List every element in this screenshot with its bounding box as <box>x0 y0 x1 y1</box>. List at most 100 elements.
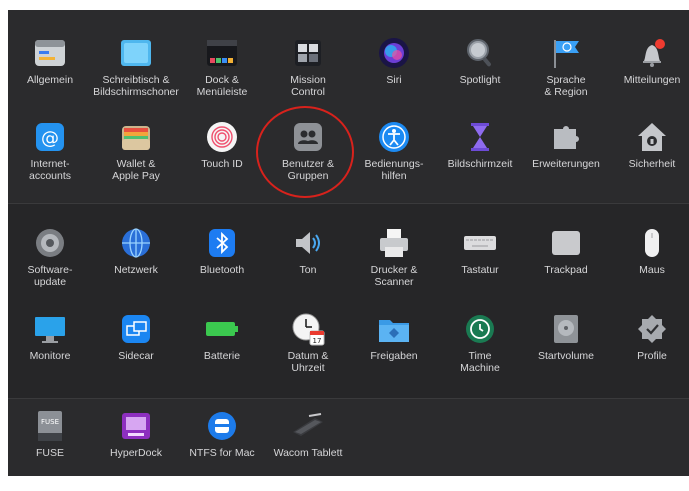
pref-label: Erweiterungen <box>532 158 600 170</box>
sidecar-icon <box>119 312 153 346</box>
pref-label: Dock & Menüleiste <box>196 74 248 98</box>
screen-time-icon <box>463 120 497 154</box>
pref-mitteilungen[interactable]: Mitteilungen <box>610 34 689 118</box>
extensions-icon <box>549 120 583 154</box>
pref-label: Bedienungs- hilfen <box>364 158 424 182</box>
pref-erweiterungen[interactable]: Erweiterungen <box>524 118 608 202</box>
pref-label: Schreibtisch & Bildschirmschoner <box>93 74 179 98</box>
pref-tastatur[interactable]: Tastatur <box>438 224 522 308</box>
pref-startvolume[interactable]: Startvolume <box>524 310 608 394</box>
pref-label: Wallet & Apple Pay <box>112 158 160 182</box>
pref-label: Maus <box>639 264 665 276</box>
pref-label: Netzwerk <box>114 264 158 276</box>
pref-bluetooth[interactable]: Bluetooth <box>180 224 264 308</box>
pref-label: Drucker & Scanner <box>370 264 418 288</box>
pref-label: Wacom Tablett <box>273 447 343 459</box>
date-icon-day: 17 <box>313 337 322 345</box>
keyboard-icon <box>463 226 497 260</box>
security-icon <box>635 120 669 154</box>
pref-wallet[interactable]: Wallet & Apple Pay <box>94 118 178 202</box>
pref-label: HyperDock <box>110 447 162 459</box>
pref-hyperdock[interactable]: HyperDock <box>94 407 178 491</box>
pref-sprache-region[interactable]: Sprache & Region <box>524 34 608 118</box>
pref-softwareupdate[interactable]: Software- update <box>8 224 92 308</box>
spotlight-icon <box>463 36 497 70</box>
pref-label: Sprache & Region <box>544 74 588 98</box>
pref-datum-uhrzeit[interactable]: 17 Datum & Uhrzeit <box>266 310 350 394</box>
fuse-icon: FUSE <box>33 409 67 443</box>
date-time-icon: 17 <box>291 312 325 346</box>
pref-monitore[interactable]: Monitore <box>8 310 92 394</box>
pref-bildschirmzeit[interactable]: Bildschirmzeit <box>438 118 522 202</box>
bluetooth-icon <box>205 226 239 260</box>
pref-label: Allgemein <box>26 74 74 86</box>
fuse-icon-text: FUSE <box>41 418 59 426</box>
pref-wacom[interactable]: Wacom Tablett <box>266 407 350 491</box>
pref-sidecar[interactable]: Sidecar <box>94 310 178 394</box>
pref-profile[interactable]: Profile <box>610 310 689 394</box>
pref-allgemein[interactable]: Allgemein <box>8 34 92 118</box>
pref-netzwerk[interactable]: Netzwerk <box>94 224 178 308</box>
pref-label: Software- update <box>27 264 73 288</box>
pref-label: Touch ID <box>201 158 243 170</box>
touch-id-icon <box>205 120 239 154</box>
language-region-icon <box>549 36 583 70</box>
hyperdock-icon <box>119 409 153 443</box>
wacom-tablet-icon <box>291 409 325 443</box>
pref-label: Datum & Uhrzeit <box>287 350 329 374</box>
pref-schreibtisch[interactable]: Schreibtisch & Bildschirmschoner <box>93 34 179 118</box>
pref-label: Mitteilungen <box>623 74 681 86</box>
pref-freigaben[interactable]: Freigaben <box>352 310 436 394</box>
section-hardware: Software- update Netzwerk Bluetooth Ton … <box>8 203 689 398</box>
section-other: FUSE FUSE HyperDock NTFS for Mac Wacom T… <box>8 398 689 476</box>
notifications-icon <box>635 36 669 70</box>
pref-label: Time Machine <box>460 350 500 374</box>
pref-label: Mission Control <box>290 74 326 98</box>
profiles-icon <box>635 312 669 346</box>
accessibility-icon <box>377 120 411 154</box>
pref-label: Tastatur <box>461 264 499 276</box>
pref-label: NTFS for Mac <box>189 447 255 459</box>
pref-time-machine[interactable]: Time Machine <box>438 310 522 394</box>
pref-drucker-scanner[interactable]: Drucker & Scanner <box>352 224 436 308</box>
pref-label: Ton <box>299 264 317 276</box>
wallet-icon <box>119 120 153 154</box>
mouse-icon <box>635 226 669 260</box>
pref-ntfs[interactable]: NTFS for Mac <box>180 407 264 491</box>
general-icon <box>33 36 67 70</box>
mission-control-icon <box>291 36 325 70</box>
pref-bedienungshilfen[interactable]: Bedienungs- hilfen <box>352 118 436 202</box>
pref-label: Siri <box>386 74 402 86</box>
pref-batterie[interactable]: Batterie <box>180 310 264 394</box>
pref-dock[interactable]: Dock & Menüleiste <box>180 34 264 118</box>
pref-internetaccounts[interactable]: @ Internet- accounts <box>8 118 92 202</box>
battery-icon <box>205 312 239 346</box>
pref-trackpad[interactable]: Trackpad <box>524 224 608 308</box>
printer-icon <box>377 226 411 260</box>
pref-label: Sidecar <box>118 350 154 362</box>
software-update-icon <box>33 226 67 260</box>
pref-label: Profile <box>637 350 667 362</box>
pref-touch-id[interactable]: Touch ID <box>180 118 264 202</box>
sharing-icon <box>377 312 411 346</box>
pref-label: Bluetooth <box>199 264 245 276</box>
pref-label: Trackpad <box>544 264 588 276</box>
pref-sicherheit[interactable]: Sicherheit <box>610 118 689 202</box>
svg-text:@: @ <box>41 128 59 149</box>
pref-label: Sicherheit <box>628 158 676 170</box>
sound-icon <box>291 226 325 260</box>
pref-maus[interactable]: Maus <box>610 224 689 308</box>
pref-ton[interactable]: Ton <box>266 224 350 308</box>
ntfs-icon <box>205 409 239 443</box>
section-personal: Allgemein Schreibtisch & Bildschirmschon… <box>8 10 689 202</box>
network-icon <box>119 226 153 260</box>
pref-label: Spotlight <box>459 74 501 86</box>
pref-spotlight[interactable]: Spotlight <box>438 34 522 118</box>
highlight-circle <box>256 106 354 198</box>
startup-disk-icon <box>549 312 583 346</box>
pref-siri[interactable]: Siri <box>352 34 436 118</box>
siri-icon <box>377 36 411 70</box>
pref-fuse[interactable]: FUSE FUSE <box>8 407 92 491</box>
pref-label: Freigaben <box>370 350 418 362</box>
dock-icon <box>205 36 239 70</box>
